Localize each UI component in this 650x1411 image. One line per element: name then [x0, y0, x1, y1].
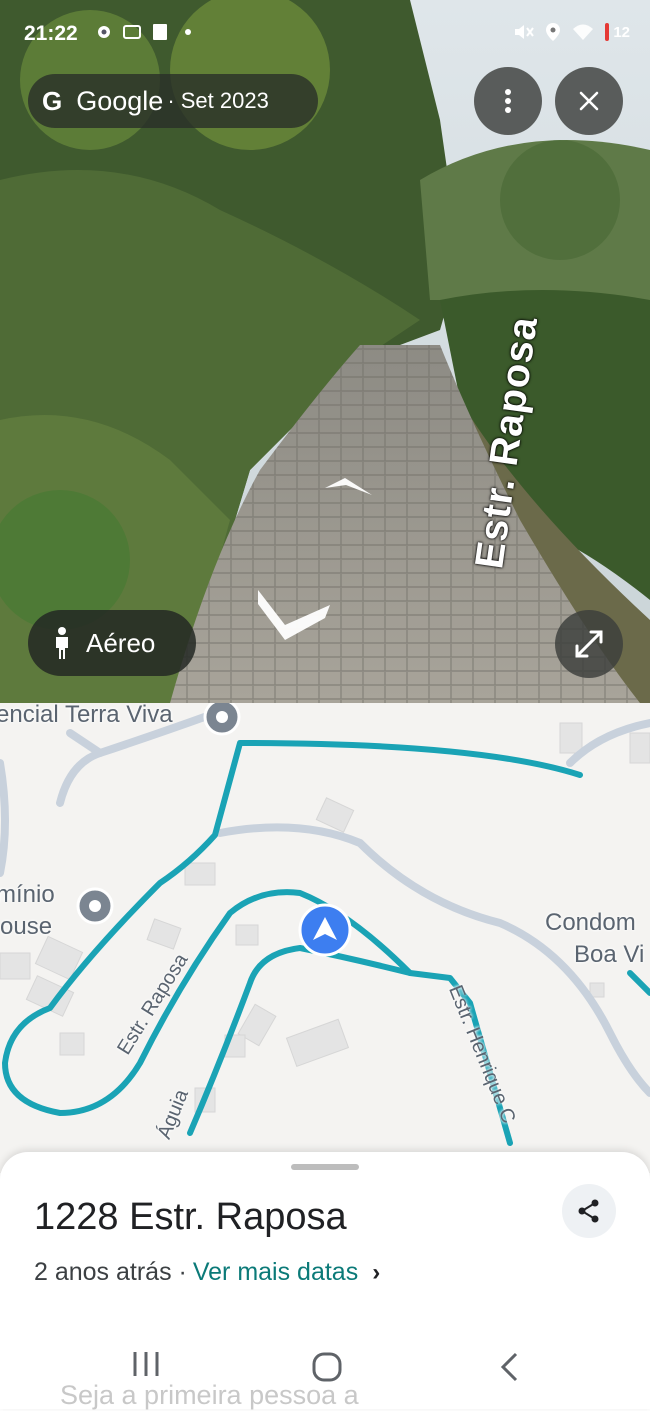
gear-icon: [98, 26, 110, 38]
home-icon[interactable]: [312, 1352, 342, 1382]
aerial-view-button[interactable]: Aéreo: [28, 610, 196, 676]
chevron-right-icon[interactable]: ›: [372, 1259, 380, 1287]
expand-icon: [575, 630, 603, 658]
place-label-condominio[interactable]: Condom: [545, 909, 636, 937]
battery-level: 12: [613, 23, 630, 41]
capture-date: · Set 2023: [167, 88, 269, 113]
imagery-source-chip[interactable]: G Google · Set 2023: [28, 74, 318, 128]
pegman-icon: [56, 627, 68, 659]
place-label-dominio[interactable]: mínio: [0, 881, 55, 909]
place-pin-icon[interactable]: [202, 703, 242, 737]
my-location-icon[interactable]: [297, 902, 353, 958]
place-address: 1228 Estr. Raposa: [34, 1196, 347, 1238]
google-g-icon: G: [42, 85, 63, 116]
mute-icon: [515, 25, 535, 39]
wifi-icon: [573, 24, 594, 40]
status-bar: 21:22 12: [0, 0, 650, 64]
map-view[interactable]: encial Terra Viva mínio ouse Condom Boa …: [0, 703, 650, 1173]
place-label-terra-viva[interactable]: encial Terra Viva: [0, 703, 173, 729]
system-icons: 12: [513, 22, 630, 42]
back-icon[interactable]: [498, 1352, 522, 1382]
aerial-view-label: Aéreo: [86, 627, 156, 658]
brand-name: Google: [76, 85, 164, 116]
status-time: 21:22: [24, 22, 78, 45]
capture-info: 2 anos atrás · Ver mais datas ›: [34, 1258, 380, 1287]
drag-handle[interactable]: [291, 1164, 359, 1170]
capture-age: 2 anos atrás ·: [34, 1258, 187, 1286]
place-pin-icon[interactable]: [75, 886, 115, 926]
close-icon: [579, 91, 599, 111]
dot-icon: [185, 29, 191, 35]
close-button[interactable]: [555, 67, 623, 135]
more-dates-link[interactable]: Ver mais datas: [193, 1258, 358, 1287]
battery-icon: [605, 23, 610, 41]
more-options-button[interactable]: [474, 67, 542, 135]
battery-indicator: 12: [605, 23, 630, 41]
notification-icons: [94, 23, 198, 41]
screenshot-icon: [123, 25, 141, 39]
fullscreen-button[interactable]: [555, 610, 623, 678]
more-vert-icon: [505, 89, 511, 113]
place-label-dominio-house[interactable]: ouse: [0, 913, 52, 941]
share-button[interactable]: [562, 1184, 616, 1238]
place-label-boa-vista[interactable]: Boa Vi: [574, 941, 644, 969]
pdf-icon: [153, 24, 167, 40]
location-icon: [546, 23, 561, 41]
recent-apps-icon[interactable]: [131, 1350, 161, 1378]
street-view-panorama[interactable]: Estr. Raposa 21:22 12 G Google · Set 202…: [0, 0, 650, 703]
share-icon: [578, 1199, 599, 1223]
